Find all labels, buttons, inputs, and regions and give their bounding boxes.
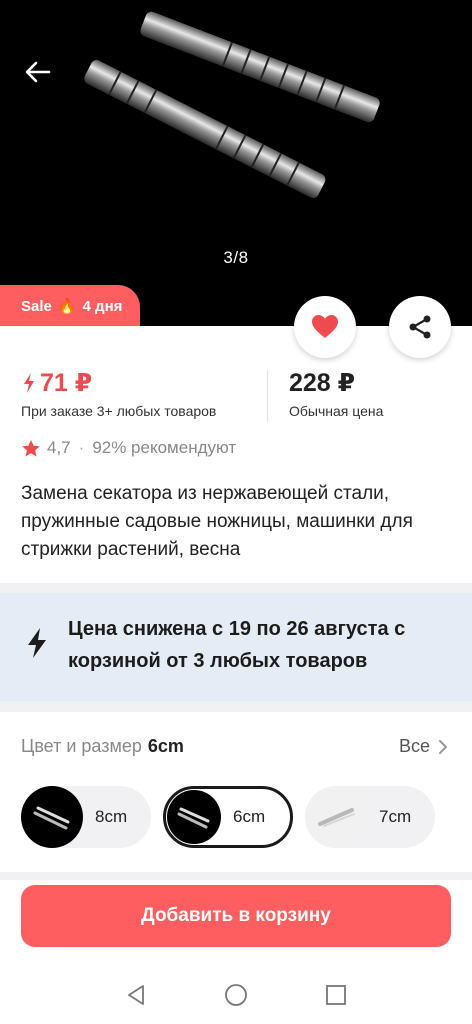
share-icon <box>409 315 431 339</box>
circle-home-icon <box>225 984 247 1006</box>
rating-value: 4,7 <box>47 438 71 457</box>
variant-thumbnail <box>21 786 83 848</box>
chevron-right-icon <box>439 739 447 754</box>
product-photo <box>84 11 380 199</box>
product-thumbnail-image <box>177 807 210 829</box>
product-thumbnail-image <box>318 808 355 827</box>
sale-badge: Sale 🔥 4 дня <box>0 285 140 327</box>
system-nav-bar <box>0 960 472 1024</box>
bundle-price-note: При заказе 3+ любых товаров <box>21 403 217 419</box>
bundle-price: 71 ₽ <box>22 368 92 398</box>
heart-icon <box>312 315 338 338</box>
nav-back-button[interactable] <box>123 982 149 1008</box>
share-button[interactable] <box>389 296 451 358</box>
variants-all-label: Все <box>398 736 430 756</box>
sale-badge-label: Sale <box>21 297 52 315</box>
product-thumbnail-image <box>33 806 70 830</box>
promo-text: Цена снижена с 19 по 26 августа с корзин… <box>68 618 406 672</box>
product-title: Замена секатора из нержавеющей стали, пр… <box>21 483 413 560</box>
price-block: 71 ₽ При заказе 3+ любых товаров 228 ₽ О… <box>0 368 472 428</box>
variant-selected: 6cm <box>147 736 184 756</box>
add-to-cart-button[interactable]: Добавить в корзину <box>21 885 451 947</box>
nav-recents-button[interactable] <box>323 982 349 1008</box>
arrow-left-icon <box>25 61 51 83</box>
variant-thumbnail <box>305 786 367 848</box>
section-divider <box>0 701 472 712</box>
rating-separator: · <box>78 438 85 457</box>
nav-home-button[interactable] <box>223 982 249 1008</box>
triangle-back-icon <box>128 985 144 1005</box>
variant-label: 6cm <box>233 807 266 826</box>
rating[interactable]: 4,7 · 92% рекомендуют <box>21 438 236 458</box>
variant-thumbnail <box>167 790 221 844</box>
variant-heading: Цвет и размер 6cm <box>21 736 184 757</box>
variant-option-8cm[interactable]: 8cm <box>21 786 151 848</box>
promo-banner: Цена снижена с 19 по 26 августа с корзин… <box>0 593 472 701</box>
lightning-icon <box>24 373 34 393</box>
section-divider <box>0 872 472 880</box>
variant-heading-label: Цвет и размер <box>21 736 142 756</box>
variant-label: 8cm <box>95 807 128 826</box>
square-recents-icon <box>326 985 346 1005</box>
product-image-gallery[interactable]: 3/8 <box>0 0 472 326</box>
back-button[interactable] <box>18 56 58 88</box>
lightning-icon <box>28 628 46 658</box>
variant-label: 7cm <box>379 807 412 826</box>
variant-selector: Цвет и размер 6cm Все 8cm 6cm 7cm <box>0 712 472 872</box>
regular-price-note: Обычная цена <box>289 403 384 419</box>
image-counter: 3/8 <box>223 248 249 267</box>
price-divider <box>267 370 268 422</box>
section-divider <box>0 583 472 593</box>
recommend-percent: 92% рекомендуют <box>92 438 237 457</box>
sale-badge-days: 4 дня <box>82 297 123 315</box>
variant-option-7cm[interactable]: 7cm <box>305 786 435 848</box>
regular-price: 228 ₽ <box>289 369 356 397</box>
flame-icon: 🔥 <box>57 298 77 315</box>
bundle-price-value: 71 ₽ <box>40 369 93 397</box>
variants-all-link[interactable]: Все <box>399 736 448 757</box>
variant-option-6cm[interactable]: 6cm <box>163 786 293 848</box>
favorite-button[interactable] <box>294 296 356 358</box>
star-icon <box>22 439 40 456</box>
